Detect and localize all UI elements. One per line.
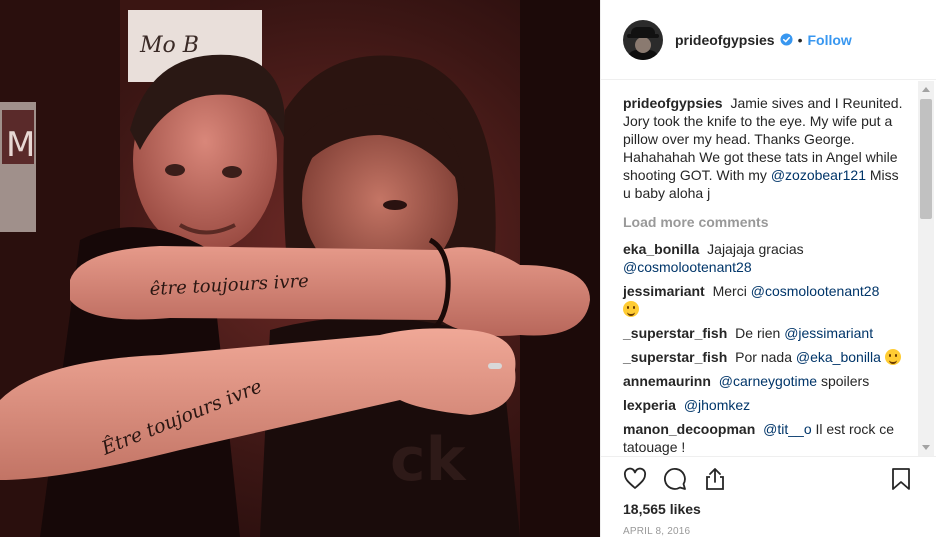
comment-mention[interactable]: @tit__o <box>763 421 811 437</box>
follow-button[interactable]: Follow <box>808 32 852 48</box>
svg-text:ck: ck <box>390 425 468 495</box>
comment-item: _superstar_fish Por nada @eka_bonilla <box>623 348 909 366</box>
comment-item: manon_decoopman @tit__o Il est rock ce t… <box>623 420 909 456</box>
avatar-hat <box>631 26 655 36</box>
share-icon[interactable] <box>703 467 727 491</box>
comment-username[interactable]: _superstar_fish <box>623 349 727 365</box>
smiling-emoji-icon <box>623 301 639 317</box>
comment-text: De rien <box>735 325 781 341</box>
like-count[interactable]: 18,565 likes <box>623 501 936 517</box>
comment-item: annemaurinn @carneygotime spoilers <box>623 372 909 390</box>
comment-username[interactable]: jessimariant <box>623 283 705 299</box>
comments-scrollbar[interactable] <box>918 81 934 456</box>
instagram-post-view: Mo B M ck être toujours ivre Être toujou… <box>0 0 936 537</box>
scroll-down-arrow-icon[interactable] <box>922 445 930 450</box>
owner-username[interactable]: prideofgypsies <box>675 32 775 48</box>
owner-avatar[interactable] <box>623 19 663 60</box>
heart-icon[interactable] <box>623 467 647 491</box>
post-caption: prideofgypsies Jamie sives and I Reunite… <box>623 94 909 202</box>
comments-list[interactable]: prideofgypsies Jamie sives and I Reunite… <box>601 81 919 456</box>
post-header: prideofgypsies • Follow <box>601 0 936 80</box>
comment-mention[interactable]: @eka_bonilla <box>796 349 881 365</box>
caption-username[interactable]: prideofgypsies <box>623 95 723 111</box>
comment-mention[interactable]: @cosmolootenant28 <box>751 283 880 299</box>
bookmark-icon[interactable] <box>889 467 913 491</box>
post-actions: 18,565 likes APRIL 8, 2016 <box>601 456 936 537</box>
load-more-comments-button[interactable]: Load more comments <box>623 213 909 231</box>
comment-mention[interactable]: @cosmolootenant28 <box>623 259 752 275</box>
comment-mention[interactable]: @jhomkez <box>684 397 750 413</box>
comment-text: spoilers <box>820 373 870 389</box>
avatar-face <box>635 36 651 53</box>
photo-illustration: Mo B M ck être toujours ivre Être toujou… <box>0 0 600 537</box>
comment-text: Jajajaja gracias <box>707 241 804 257</box>
caption-mention[interactable]: @zozobear121 <box>771 167 866 183</box>
comment-mention[interactable]: @jessimariant <box>784 325 873 341</box>
comment-item: jessimariant Merci @cosmolootenant28 <box>623 282 909 318</box>
grinning-emoji-icon <box>884 349 901 365</box>
comment-mention[interactable]: @carneygotime <box>719 373 817 389</box>
scrollbar-thumb[interactable] <box>920 99 932 219</box>
comment-text: Por nada <box>735 349 792 365</box>
poster-letter: M <box>6 125 35 165</box>
comment-username[interactable]: manon_decoopman <box>623 421 755 437</box>
post-date[interactable]: APRIL 8, 2016 <box>623 526 936 537</box>
comment-username[interactable]: _superstar_fish <box>623 325 727 341</box>
comment-item: _superstar_fish De rien @jessimariant <box>623 324 909 342</box>
verified-badge-icon <box>780 33 793 46</box>
comment-username[interactable]: annemaurinn <box>623 373 711 389</box>
scroll-up-arrow-icon[interactable] <box>922 87 930 92</box>
svg-text:Mo B: Mo B <box>139 33 199 58</box>
post-photo[interactable]: Mo B M ck être toujours ivre Être toujou… <box>0 0 600 537</box>
comment-icon[interactable] <box>663 467 687 491</box>
comment-username[interactable]: eka_bonilla <box>623 241 699 257</box>
comment-username[interactable]: lexperia <box>623 397 676 413</box>
post-sidebar: prideofgypsies • Follow prideofgypsies J… <box>600 0 936 537</box>
separator-dot: • <box>797 31 803 48</box>
comment-item: eka_bonilla Jajajaja gracias @cosmoloote… <box>623 240 909 276</box>
comment-text: Merci <box>712 283 747 299</box>
comment-item: lexperia @jhomkez <box>623 396 909 414</box>
